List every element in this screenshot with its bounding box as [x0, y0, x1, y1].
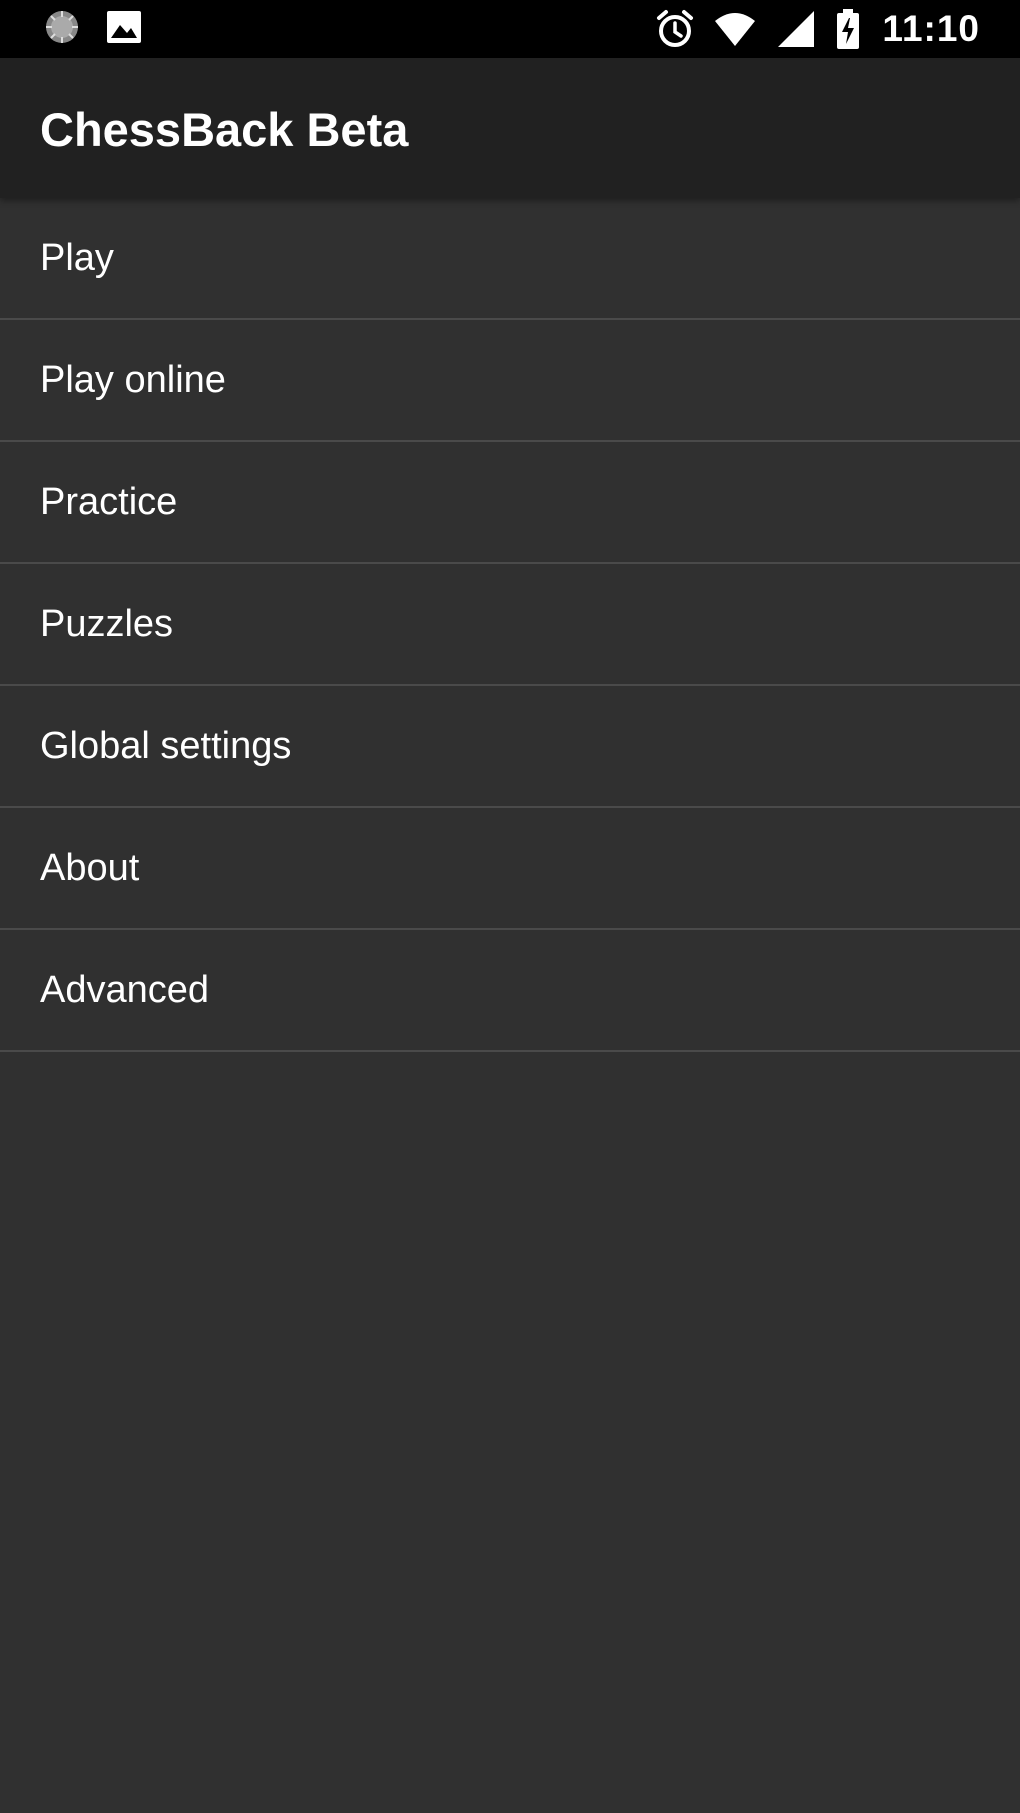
battery-charging-icon: [836, 9, 860, 49]
menu-item-about[interactable]: About: [0, 808, 1020, 930]
menu-item-label: Puzzles: [40, 602, 174, 645]
menu-item-global-settings[interactable]: Global settings: [0, 686, 1020, 808]
loading-spinner-icon: [44, 9, 80, 50]
status-right-icons: 11:10: [656, 8, 980, 50]
status-left-icons: [44, 9, 142, 50]
image-icon: [106, 10, 142, 49]
alarm-icon: [656, 9, 694, 49]
menu-item-play[interactable]: Play: [0, 198, 1020, 320]
menu-item-label: Practice: [40, 480, 178, 523]
menu-item-label: Global settings: [40, 724, 292, 767]
app-title: ChessBack Beta: [40, 103, 409, 156]
menu-item-play-online[interactable]: Play online: [0, 320, 1020, 442]
status-time: 11:10: [882, 8, 980, 49]
menu-item-label: Play online: [40, 358, 226, 401]
menu-item-label: About: [40, 846, 140, 889]
cell-signal-icon: [776, 10, 816, 48]
menu-item-practice[interactable]: Practice: [0, 442, 1020, 564]
status-bar: 11:10: [0, 0, 1020, 58]
menu-item-puzzles[interactable]: Puzzles: [0, 564, 1020, 686]
menu-item-advanced[interactable]: Advanced: [0, 930, 1020, 1052]
menu-item-label: Play: [40, 236, 114, 279]
app-bar: ChessBack Beta: [0, 58, 1020, 198]
menu-item-label: Advanced: [40, 968, 210, 1011]
main-menu-list: Play Play online Practice Puzzles Global…: [0, 198, 1020, 1052]
wifi-icon: [714, 11, 756, 47]
